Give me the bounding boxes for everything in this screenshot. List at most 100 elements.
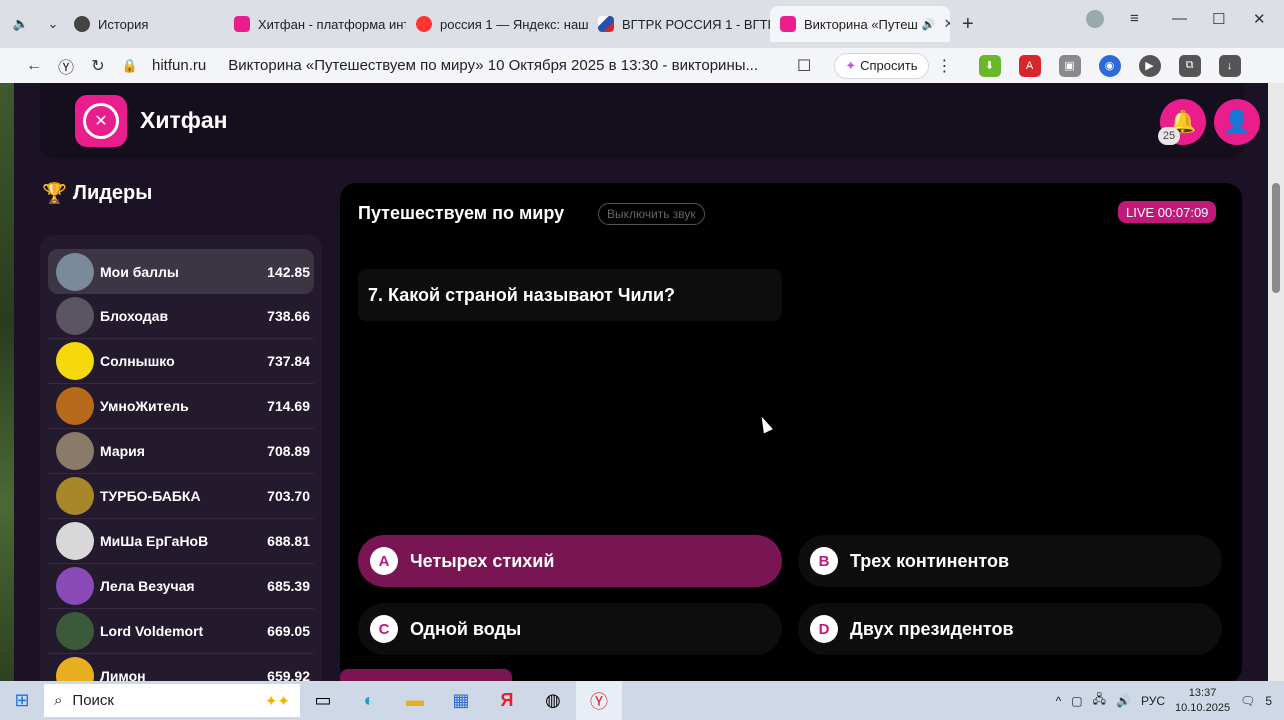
profile-icon[interactable] — [1086, 10, 1104, 28]
download-extension-icon[interactable]: ⬇ — [978, 54, 1001, 77]
leaderboard-row[interactable]: ТУРБО-БАБКА 703.70 — [48, 474, 314, 519]
url-page-title[interactable]: Викторина «Путешествуем по миру» 10 Октя… — [228, 57, 788, 74]
leaderboard: Мои баллы 142.85 Блоходав 738.66 Солнышк… — [40, 235, 322, 681]
close-tab-icon[interactable]: ✕ — [944, 16, 950, 32]
tab-hitfun[interactable]: Хитфан - платформа инт — [224, 6, 406, 42]
sparkle-icon: ✦✦ — [264, 692, 290, 710]
alice-icon: ✦ — [845, 57, 857, 73]
desktop-background-left — [0, 83, 14, 683]
avatar — [56, 252, 94, 291]
windows-taskbar: ⊞ ⌕ Поиск ✦✦ ▭ ◐ ▬ ▦ Я ◍ Ⓨ ^ ▢ 🖧 🔊 РУС 1… — [0, 681, 1284, 720]
file-explorer-icon[interactable]: ▬ — [392, 681, 438, 720]
network-icon[interactable]: 🖧 — [1093, 690, 1106, 711]
yandex-browser-icon[interactable]: Ⓨ — [576, 681, 622, 720]
avatar — [56, 432, 94, 470]
volume-icon[interactable]: 🔊 — [1116, 694, 1131, 708]
leaders-heading: 🏆 Лидеры — [42, 182, 153, 205]
chevron-up-icon[interactable]: ^ — [1056, 694, 1062, 708]
tab-history[interactable]: История — [64, 6, 224, 42]
page-content: ✕ Хитфан 🔔 25 👤 🏆 Лидеры Мои баллы 142.8… — [14, 83, 1268, 681]
avatar — [56, 477, 94, 515]
new-tab-icon[interactable]: + — [962, 13, 974, 36]
ask-button[interactable]: ✦ Спросить — [834, 52, 929, 79]
adblock-extension-icon[interactable]: A — [1018, 54, 1041, 77]
tab-vgtrk[interactable]: ВГТРК РОССИЯ 1 - ВГТР — [588, 6, 770, 42]
url-domain[interactable]: hitfun.ru — [152, 57, 206, 74]
avatar — [56, 567, 94, 605]
yandex-favicon-icon — [416, 16, 432, 32]
clock-icon — [74, 16, 90, 32]
answer-option-b[interactable]: B Трех континентов — [798, 535, 1222, 587]
app-icon[interactable]: ◍ — [530, 681, 576, 720]
lock-icon[interactable]: 🔒 — [114, 58, 146, 74]
leaderboard-row[interactable]: Мария 708.89 — [48, 429, 314, 474]
mute-sound-button[interactable]: Выключить звук — [598, 203, 705, 225]
taskbar-search-input[interactable]: ⌕ Поиск ✦✦ — [44, 684, 300, 717]
user-profile-icon[interactable]: 👤 — [1214, 99, 1260, 145]
windows-start-icon[interactable]: ⊞ — [0, 690, 44, 711]
maximize-icon[interactable]: ☐ — [1212, 10, 1225, 28]
notification-badge: 25 — [1158, 127, 1180, 145]
leaderboard-row[interactable]: Лела Везучая 685.39 — [48, 564, 314, 609]
chevron-down-icon[interactable]: ⌄ — [42, 13, 64, 35]
quiz-title: Путешествуем по миру — [358, 203, 565, 223]
hitfun-favicon-icon — [780, 16, 796, 32]
video-extension-icon[interactable]: ▶ — [1138, 54, 1161, 77]
downloads-icon[interactable]: ↓ — [1218, 54, 1241, 77]
notification-count: 5 — [1265, 693, 1272, 708]
leaderboard-row[interactable]: Лимон 659.92 — [48, 654, 314, 681]
notifications-icon[interactable]: 🗨 — [1240, 694, 1255, 708]
sound-icon[interactable]: 🔈 — [10, 13, 32, 35]
leaderboard-row[interactable]: Солнышко 737.84 — [48, 339, 314, 384]
answer-option-a[interactable]: A Четырех стихий — [358, 535, 782, 587]
system-tray: ^ ▢ 🖧 🔊 РУС 13:37 10.10.2025 🗨 5 — [1056, 681, 1284, 720]
close-window-icon[interactable]: ✕ — [1253, 10, 1266, 28]
leaderboard-row[interactable]: МиШа ЕрГаНоВ 688.81 — [48, 519, 314, 564]
tab-quiz-active[interactable]: Викторина «Путеш 🔊 ✕ — [770, 6, 950, 42]
leaderboard-row[interactable]: УмноЖитель 714.69 — [48, 384, 314, 429]
task-view-icon[interactable]: ▭ — [300, 681, 346, 720]
hitfun-logo-icon[interactable]: ✕ — [75, 95, 127, 147]
more-vertical-icon[interactable]: ⋮ — [929, 56, 961, 76]
leaderboard-row[interactable]: Lord Voldemort 669.05 — [48, 609, 314, 654]
scrollbar-thumb[interactable] — [1272, 183, 1280, 293]
question-text: 7. Какой страной называют Чили? — [358, 269, 782, 321]
avatar — [56, 657, 94, 681]
back-arrow-icon[interactable]: ← — [18, 57, 50, 75]
menu-icon[interactable]: ≡ — [1130, 10, 1139, 27]
minimize-icon[interactable]: — — [1172, 10, 1187, 27]
leaderboard-row-mine[interactable]: Мои баллы 142.85 — [48, 249, 314, 294]
bookmark-icon[interactable]: ☐ — [788, 56, 820, 76]
yandex-logo-icon[interactable]: Ⓨ — [50, 54, 82, 78]
hitfun-favicon-icon — [234, 16, 250, 32]
avatar — [56, 387, 94, 425]
reload-icon[interactable]: ↻ — [82, 56, 114, 76]
yandex-icon[interactable]: Я — [484, 681, 530, 720]
language-indicator[interactable]: РУС — [1141, 694, 1165, 708]
site-header: ✕ Хитфан 🔔 25 👤 — [40, 83, 1260, 159]
scrollbar-track[interactable] — [1268, 83, 1284, 683]
answer-option-d[interactable]: D Двух президентов — [798, 603, 1222, 655]
globe-extension-icon[interactable]: ◉ — [1098, 54, 1121, 77]
clock[interactable]: 13:37 10.10.2025 — [1175, 686, 1230, 716]
screenshot-extension-icon[interactable]: ▣ — [1058, 54, 1081, 77]
meet-now-icon[interactable]: ▢ — [1071, 694, 1082, 708]
brand-name[interactable]: Хитфан — [140, 107, 228, 134]
avatar — [56, 612, 94, 650]
edge-icon[interactable]: ◐ — [346, 681, 392, 720]
browser-tab-bar: 🔈 ⌄ История Хитфан - платформа инт росси… — [0, 0, 1284, 48]
tab-yandex-search[interactable]: россия 1 — Яндекс: наш — [406, 6, 588, 42]
speaker-icon[interactable]: 🔊 — [922, 18, 936, 31]
search-icon: ⌕ — [54, 692, 63, 709]
avatar — [56, 522, 94, 560]
avatar — [56, 297, 94, 335]
leaderboard-row[interactable]: Блоходав 738.66 — [48, 294, 314, 339]
collections-icon[interactable]: ⧉ — [1178, 54, 1201, 77]
trophy-icon: 🏆 — [42, 183, 67, 205]
answer-option-c[interactable]: C Одной воды — [358, 603, 782, 655]
quiz-panel: Путешествуем по миру Выключить звук LIVE… — [340, 183, 1242, 681]
store-icon[interactable]: ▦ — [438, 681, 484, 720]
progress-bar-partial — [340, 669, 512, 681]
logo-mark: ✕ — [83, 103, 119, 139]
flag-icon — [598, 16, 614, 32]
